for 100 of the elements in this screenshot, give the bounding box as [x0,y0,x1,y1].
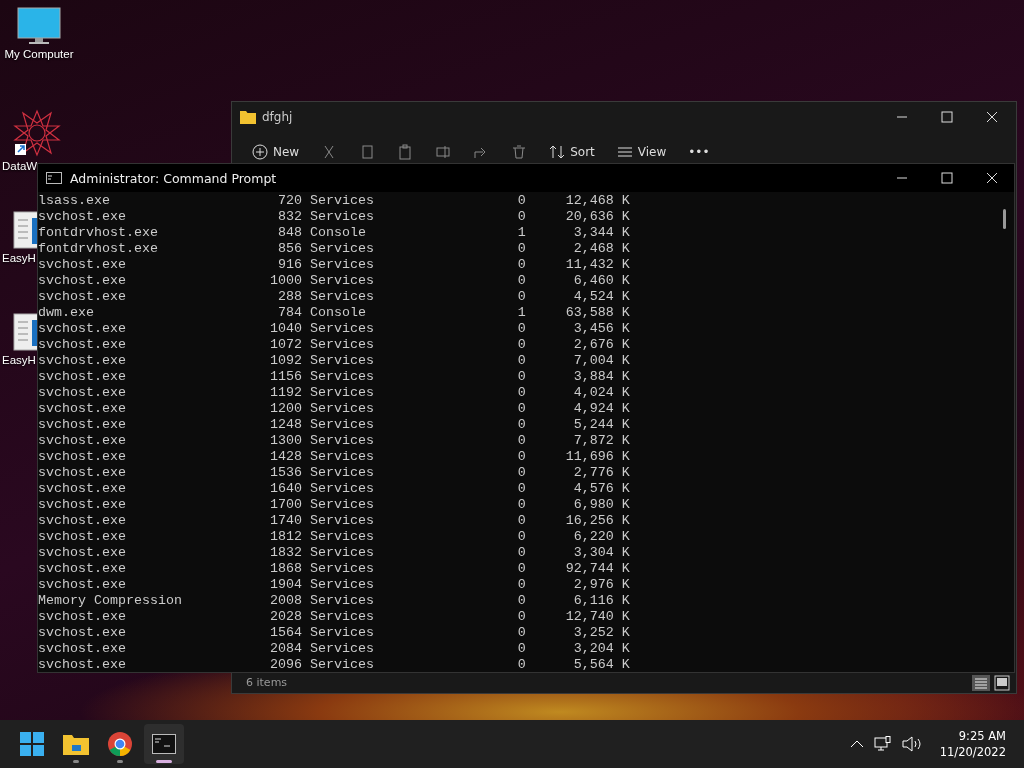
volume-icon[interactable] [901,736,922,752]
star-shortcut-icon[interactable] [12,108,62,158]
image-name: svchost.exe [38,401,127,417]
session-number: 0 [516,593,526,609]
rename-icon[interactable] [435,144,452,160]
image-name: svchost.exe [38,625,127,641]
image-name: svchost.exe [38,385,127,401]
scrollbar-thumb[interactable] [1003,209,1006,229]
pid: 1192 [268,385,302,401]
session-name: Services [309,289,375,305]
session-number: 0 [516,561,526,577]
monitor-icon[interactable] [17,6,61,46]
taskbar-app[interactable] [144,724,184,764]
maximize-icon[interactable] [941,172,953,184]
session-name: Services [309,641,375,657]
memory-usage: 6,220 K [572,529,630,545]
desktop-icon-label[interactable]: EasyH [2,354,36,366]
memory-usage: 11,432 K [564,257,630,273]
folder-icon[interactable] [63,733,89,755]
pid: 1248 [268,417,302,433]
session-number: 1 [516,225,526,241]
toolbar-button[interactable]: Sort [570,145,595,159]
session-number: 0 [516,273,526,289]
session-name: Services [309,449,375,465]
image-name: svchost.exe [38,321,127,337]
session-number: 0 [516,609,526,625]
session-name: Services [309,273,375,289]
pid: 1300 [268,433,302,449]
pid: 720 [276,193,302,209]
session-number: 0 [516,449,526,465]
session-number: 0 [516,417,526,433]
session-name: Services [309,625,375,641]
session-number: 0 [516,337,526,353]
image-name: svchost.exe [38,657,127,673]
session-number: 0 [516,257,526,273]
trash-icon[interactable] [511,144,528,160]
desktop-icon-label[interactable]: My Computer [4,48,74,60]
session-name: Console [309,305,367,321]
network-icon[interactable] [873,736,892,752]
toolbar-button[interactable]: New [273,145,300,159]
memory-usage: 3,304 K [572,545,630,561]
image-name: svchost.exe [38,641,127,657]
image-name: fontdrvhost.exe [38,241,159,257]
session-name: Services [309,401,375,417]
image-name: fontdrvhost.exe [38,225,159,241]
session-number: 0 [516,353,526,369]
image-name: svchost.exe [38,209,127,225]
image-name: svchost.exe [38,465,127,481]
clock-time[interactable]: 9:25 AM [958,728,1006,744]
pid: 2096 [268,657,302,673]
image-name: svchost.exe [38,497,127,513]
document-icon[interactable] [12,312,37,352]
tiles-view-icon[interactable] [994,675,1010,691]
pid: 288 [276,289,302,305]
maximize-icon[interactable] [941,111,953,123]
memory-usage: 7,004 K [572,353,630,369]
session-number: 0 [516,657,526,673]
image-name: svchost.exe [38,577,127,593]
browser-icon[interactable] [108,732,132,756]
lines-icon[interactable] [616,144,633,160]
toolbar-button[interactable]: ••• [688,145,710,159]
session-name: Services [309,433,375,449]
plus-icon[interactable] [252,144,268,160]
pid: 1000 [268,273,302,289]
session-number: 0 [516,321,526,337]
memory-usage: 4,576 K [572,481,630,497]
clock-date[interactable]: 11/20/2022 [939,744,1006,760]
close-icon[interactable] [986,172,998,184]
memory-usage: 3,204 K [572,641,630,657]
session-name: Services [309,353,375,369]
session-number: 1 [516,305,526,321]
windows-logo-icon[interactable] [20,732,44,756]
session-name: Services [309,657,375,673]
sort-icon[interactable] [549,144,566,160]
folder-icon [240,110,256,124]
pid: 1428 [268,449,302,465]
image-name: svchost.exe [38,609,127,625]
image-name: svchost.exe [38,369,127,385]
desktop-icon-label[interactable]: DataW [2,160,38,172]
image-name: svchost.exe [38,417,127,433]
pid: 784 [276,305,302,321]
session-name: Services [309,513,375,529]
image-name: svchost.exe [38,353,127,369]
session-number: 0 [516,641,526,657]
terminal-icon[interactable] [152,734,176,754]
image-name: svchost.exe [38,433,127,449]
desktop-icon-label[interactable]: EasyH [2,252,36,264]
session-number: 0 [516,497,526,513]
image-name: lsass.exe [38,193,111,209]
session-number: 0 [516,529,526,545]
chevron-up-icon[interactable] [849,739,864,749]
session-name: Services [309,497,375,513]
toolbar-button[interactable]: View [637,145,667,159]
session-name: Services [309,385,375,401]
close-icon[interactable] [986,111,998,123]
session-number: 0 [516,385,526,401]
clipboard-icon[interactable] [397,144,414,160]
session-number: 0 [516,433,526,449]
pid: 2028 [268,609,302,625]
document-icon[interactable] [12,210,37,250]
